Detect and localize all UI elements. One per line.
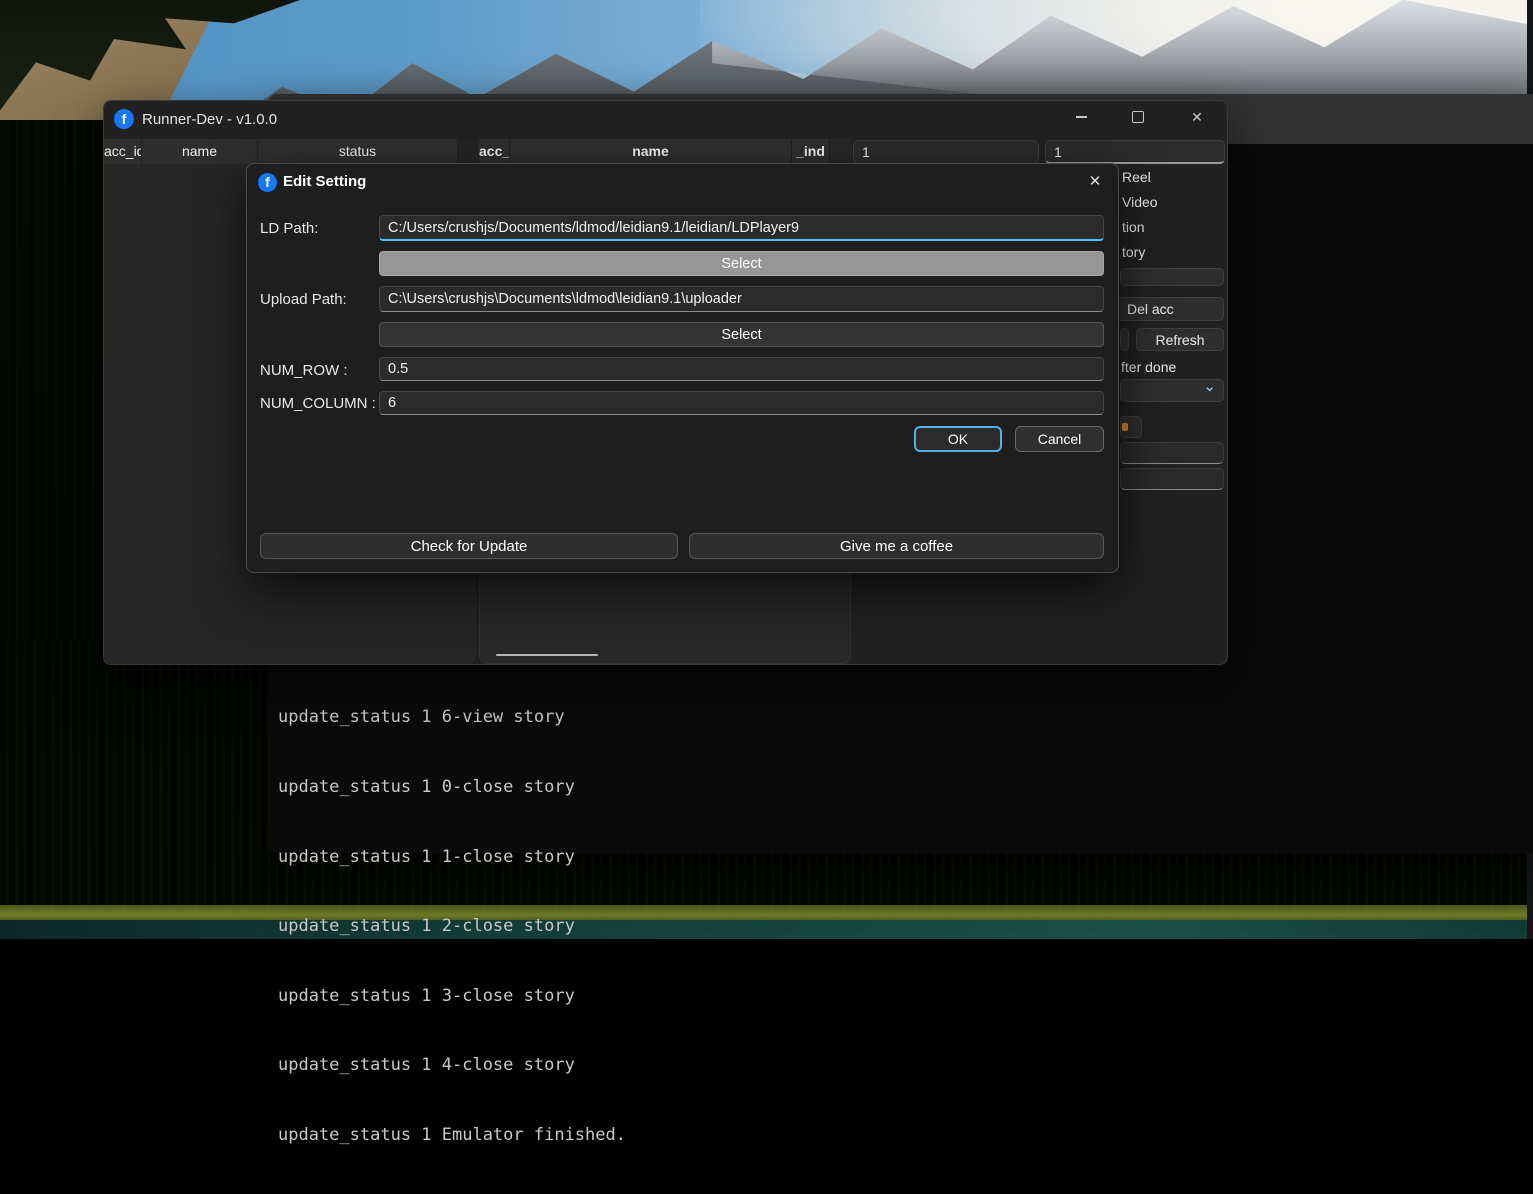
after-done-dropdown[interactable]: ⌄ bbox=[1120, 379, 1224, 402]
select-label: Select bbox=[721, 256, 761, 272]
refresh-label: Refresh bbox=[1155, 332, 1204, 348]
edit-setting-dialog: f Edit Setting ✕ LD Path: Select Upload … bbox=[246, 163, 1119, 573]
partial-button[interactable] bbox=[1120, 268, 1224, 286]
column-header-name-2[interactable]: name bbox=[510, 139, 791, 164]
partial-small-button[interactable] bbox=[1120, 416, 1142, 438]
ld-path-input[interactable] bbox=[379, 215, 1104, 241]
header-spacer bbox=[458, 139, 479, 164]
main-titlebar[interactable]: f Runner-Dev - v1.0.0 ✕ bbox=[104, 101, 1227, 139]
upload-path-select-button[interactable]: Select bbox=[379, 322, 1104, 347]
column-header-acc-id-2[interactable]: acc_id bbox=[479, 139, 509, 164]
emoji-icon bbox=[1122, 423, 1128, 431]
del-acc-button[interactable]: Del acc bbox=[1114, 297, 1224, 321]
partial-input[interactable] bbox=[1120, 442, 1224, 464]
coffee-button[interactable]: Give me a coffee bbox=[689, 533, 1104, 559]
console-line: update_status 1 3-close story bbox=[278, 985, 626, 1008]
minimize-button[interactable] bbox=[1064, 103, 1098, 131]
ok-label: OK bbox=[948, 431, 968, 447]
index-input-1[interactable] bbox=[853, 140, 1039, 164]
close-icon: ✕ bbox=[1191, 109, 1203, 126]
column-header-status[interactable]: status bbox=[258, 139, 457, 164]
option-label-tion[interactable]: tion bbox=[1122, 219, 1145, 235]
option-label-tory[interactable]: tory bbox=[1122, 244, 1145, 260]
ok-button[interactable]: OK bbox=[914, 426, 1002, 452]
partial-input[interactable] bbox=[1120, 468, 1224, 490]
dialog-app-icon: f bbox=[258, 173, 277, 192]
chevron-down-icon: ⌄ bbox=[1203, 377, 1216, 395]
del-acc-label: Del acc bbox=[1127, 301, 1174, 317]
after-done-label: fter done bbox=[1121, 359, 1176, 375]
num-row-label: NUM_ROW : bbox=[260, 362, 348, 379]
check-update-button[interactable]: Check for Update bbox=[260, 533, 678, 559]
console-line: update_status 1 6-view story bbox=[278, 706, 626, 729]
column-header-name[interactable]: name bbox=[142, 139, 257, 164]
upload-path-label: Upload Path: bbox=[260, 291, 347, 308]
maximize-icon bbox=[1132, 111, 1144, 123]
header-spacer bbox=[830, 139, 852, 164]
column-header-ind[interactable]: _ind bbox=[792, 139, 829, 164]
close-button[interactable]: ✕ bbox=[1180, 103, 1214, 131]
index-input-2[interactable] bbox=[1045, 140, 1225, 164]
select-label: Select bbox=[721, 327, 761, 343]
dialog-title: Edit Setting bbox=[283, 173, 366, 190]
num-row-input[interactable] bbox=[379, 357, 1104, 381]
console-line: update_status 1 2-close story bbox=[278, 915, 626, 938]
dialog-close-button[interactable]: ✕ bbox=[1084, 172, 1106, 192]
option-label-video[interactable]: Video bbox=[1122, 194, 1158, 210]
scroll-handle[interactable] bbox=[496, 654, 598, 656]
console-line: update_status 1 4-close story bbox=[278, 1054, 626, 1077]
partial-button[interactable] bbox=[1120, 328, 1129, 351]
console-output: update_status 1 6-view story update_stat… bbox=[278, 660, 626, 1194]
upload-path-input[interactable] bbox=[379, 286, 1104, 312]
ld-path-select-button[interactable]: Select bbox=[379, 251, 1104, 276]
refresh-button[interactable]: Refresh bbox=[1136, 328, 1224, 351]
option-label-reel[interactable]: Reel bbox=[1122, 169, 1151, 185]
wallpaper-lake bbox=[0, 920, 1533, 939]
coffee-label: Give me a coffee bbox=[840, 538, 953, 555]
maximize-button[interactable] bbox=[1121, 103, 1155, 131]
cancel-label: Cancel bbox=[1038, 431, 1082, 447]
console-line: update_status 1 0-close story bbox=[278, 776, 626, 799]
app-icon: f bbox=[114, 109, 134, 129]
ld-path-label: LD Path: bbox=[260, 220, 318, 237]
console-line: update_status 1 Emulator finished. bbox=[278, 1124, 626, 1147]
minimize-icon bbox=[1076, 116, 1087, 118]
num-column-label: NUM_COLUMN : bbox=[260, 395, 376, 412]
check-update-label: Check for Update bbox=[411, 538, 528, 555]
num-column-input[interactable] bbox=[379, 391, 1104, 415]
close-icon: ✕ bbox=[1089, 173, 1102, 190]
console-line: update_status 1 1-close story bbox=[278, 846, 626, 869]
cancel-button[interactable]: Cancel bbox=[1015, 426, 1104, 452]
column-header-acc-id[interactable]: acc_id bbox=[104, 139, 141, 164]
window-title: Runner-Dev - v1.0.0 bbox=[142, 111, 277, 128]
